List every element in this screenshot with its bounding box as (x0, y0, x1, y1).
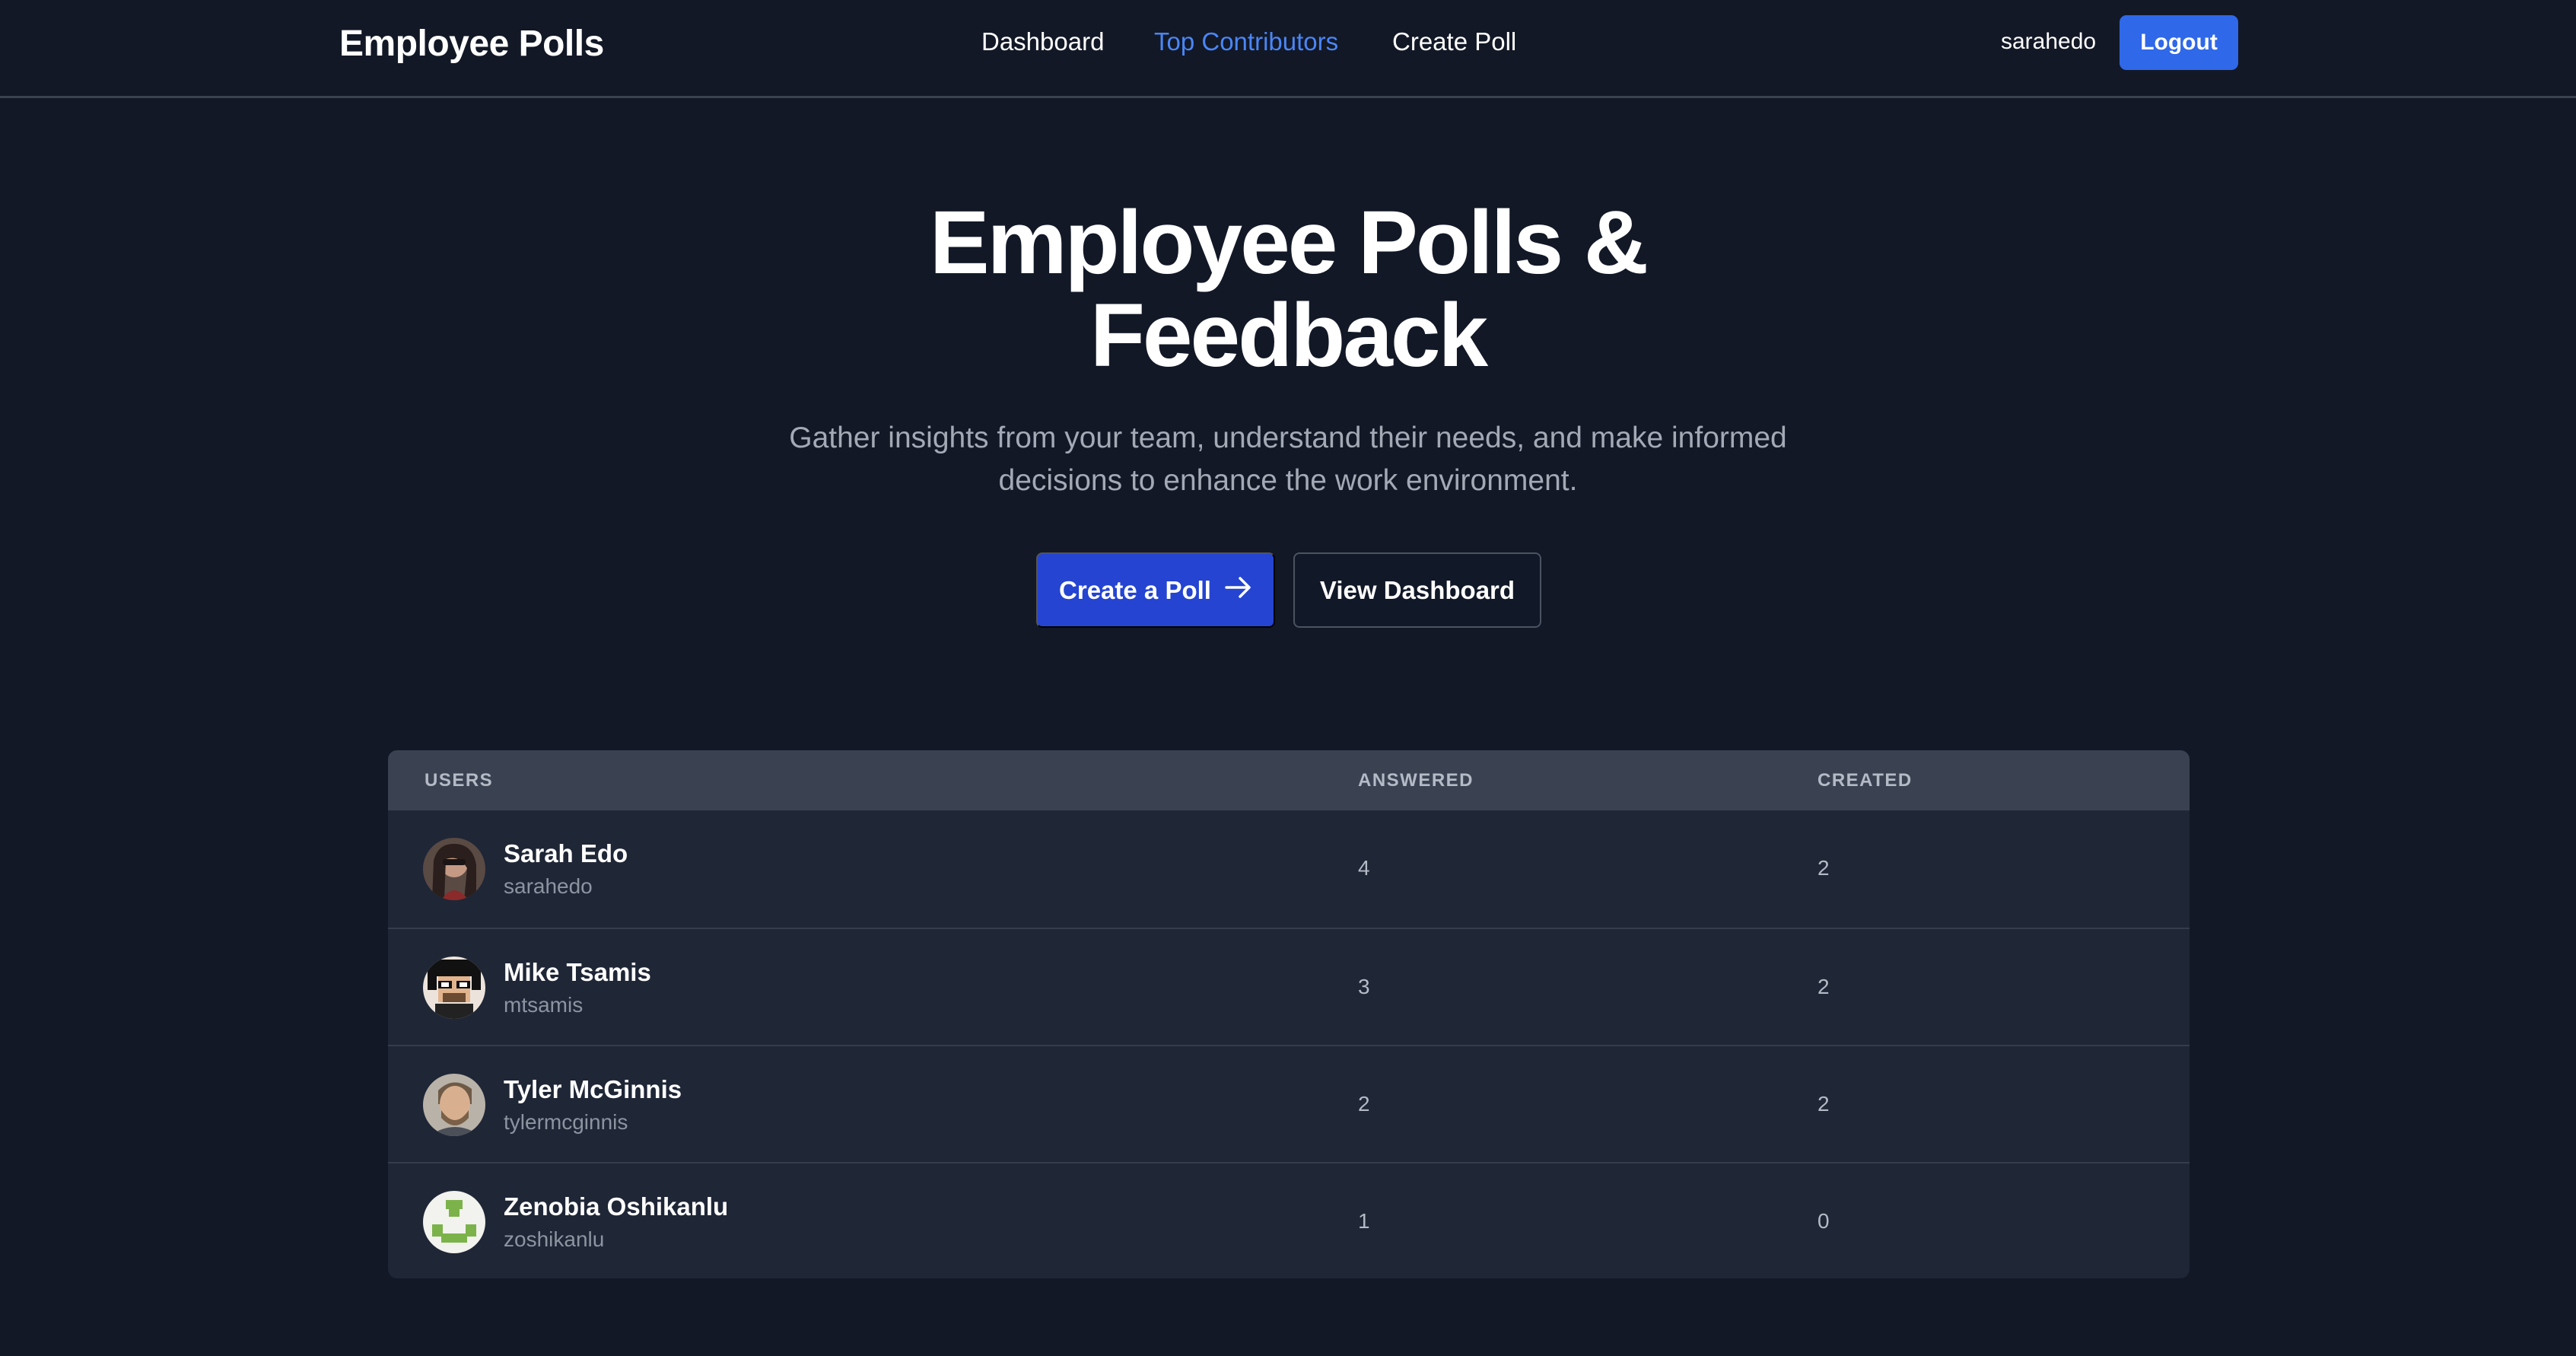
top-navbar: Employee Polls Dashboard Top Contributor… (0, 0, 2576, 98)
user-name: Tyler McGinnis (504, 1075, 682, 1103)
answered-count: 4 (1358, 856, 1370, 880)
column-header-answered: ANSWERED (1358, 770, 1474, 791)
user-handle: tylermcginnis (504, 1110, 628, 1134)
create-poll-label: Create a Poll (1059, 575, 1211, 604)
user-name: Zenobia Oshikanlu (504, 1192, 729, 1221)
hero-title-line-1: Employee Polls & (929, 193, 1649, 293)
create-poll-button[interactable]: Create a Poll (1036, 552, 1275, 628)
answered-count: 1 (1358, 1209, 1370, 1233)
table-row: Mike Tsamis mtsamis 3 2 (388, 928, 2190, 1045)
user-avatar (423, 957, 485, 1019)
table-row: Sarah Edo sarahedo 4 2 (388, 810, 2190, 928)
nav-link-top-contributors[interactable]: Top Contributors (1154, 27, 1338, 56)
user-handle: mtsamis (504, 993, 584, 1017)
hero-subtitle: Gather insights from your team, understa… (789, 422, 1787, 497)
logout-button[interactable]: Logout (2120, 15, 2238, 70)
table-row: Zenobia Oshikanlu zoshikanlu 1 0 (388, 1162, 2190, 1278)
created-count: 2 (1818, 1092, 1830, 1116)
nav-link-dashboard[interactable]: Dashboard (981, 27, 1104, 56)
answered-count: 3 (1358, 975, 1370, 998)
table-header: USERS ANSWERED CREATED (388, 750, 2190, 810)
hero-title-line-2: Feedback (1089, 285, 1488, 386)
user-avatar (423, 1191, 485, 1253)
created-count: 0 (1818, 1209, 1830, 1233)
contributors-table: USERS ANSWERED CREATED Sarah Edo sarahed… (388, 750, 2190, 1278)
created-count: 2 (1818, 856, 1830, 880)
hero-title: Employee Polls & Feedback (0, 196, 2576, 382)
user-name: Sarah Edo (504, 839, 628, 867)
user-handle: zoshikanlu (504, 1227, 605, 1251)
view-dashboard-button[interactable]: View Dashboard (1293, 552, 1541, 628)
user-name: Mike Tsamis (504, 958, 651, 986)
table-row: Tyler McGinnis tylermcginnis 2 2 (388, 1045, 2190, 1162)
answered-count: 2 (1358, 1092, 1370, 1116)
column-header-users: USERS (425, 770, 494, 791)
current-username: sarahedo (2001, 29, 2097, 54)
created-count: 2 (1818, 975, 1830, 998)
column-header-created: CREATED (1818, 770, 1913, 791)
brand-title[interactable]: Employee Polls (339, 23, 604, 65)
arrow-right-icon (1225, 575, 1252, 606)
nav-link-create-poll[interactable]: Create Poll (1392, 27, 1516, 56)
user-handle: sarahedo (504, 874, 593, 898)
table-body: Sarah Edo sarahedo 4 2 Mike Tsamis mtsam… (388, 810, 2190, 1278)
user-avatar (423, 1074, 485, 1136)
user-avatar (423, 838, 485, 900)
